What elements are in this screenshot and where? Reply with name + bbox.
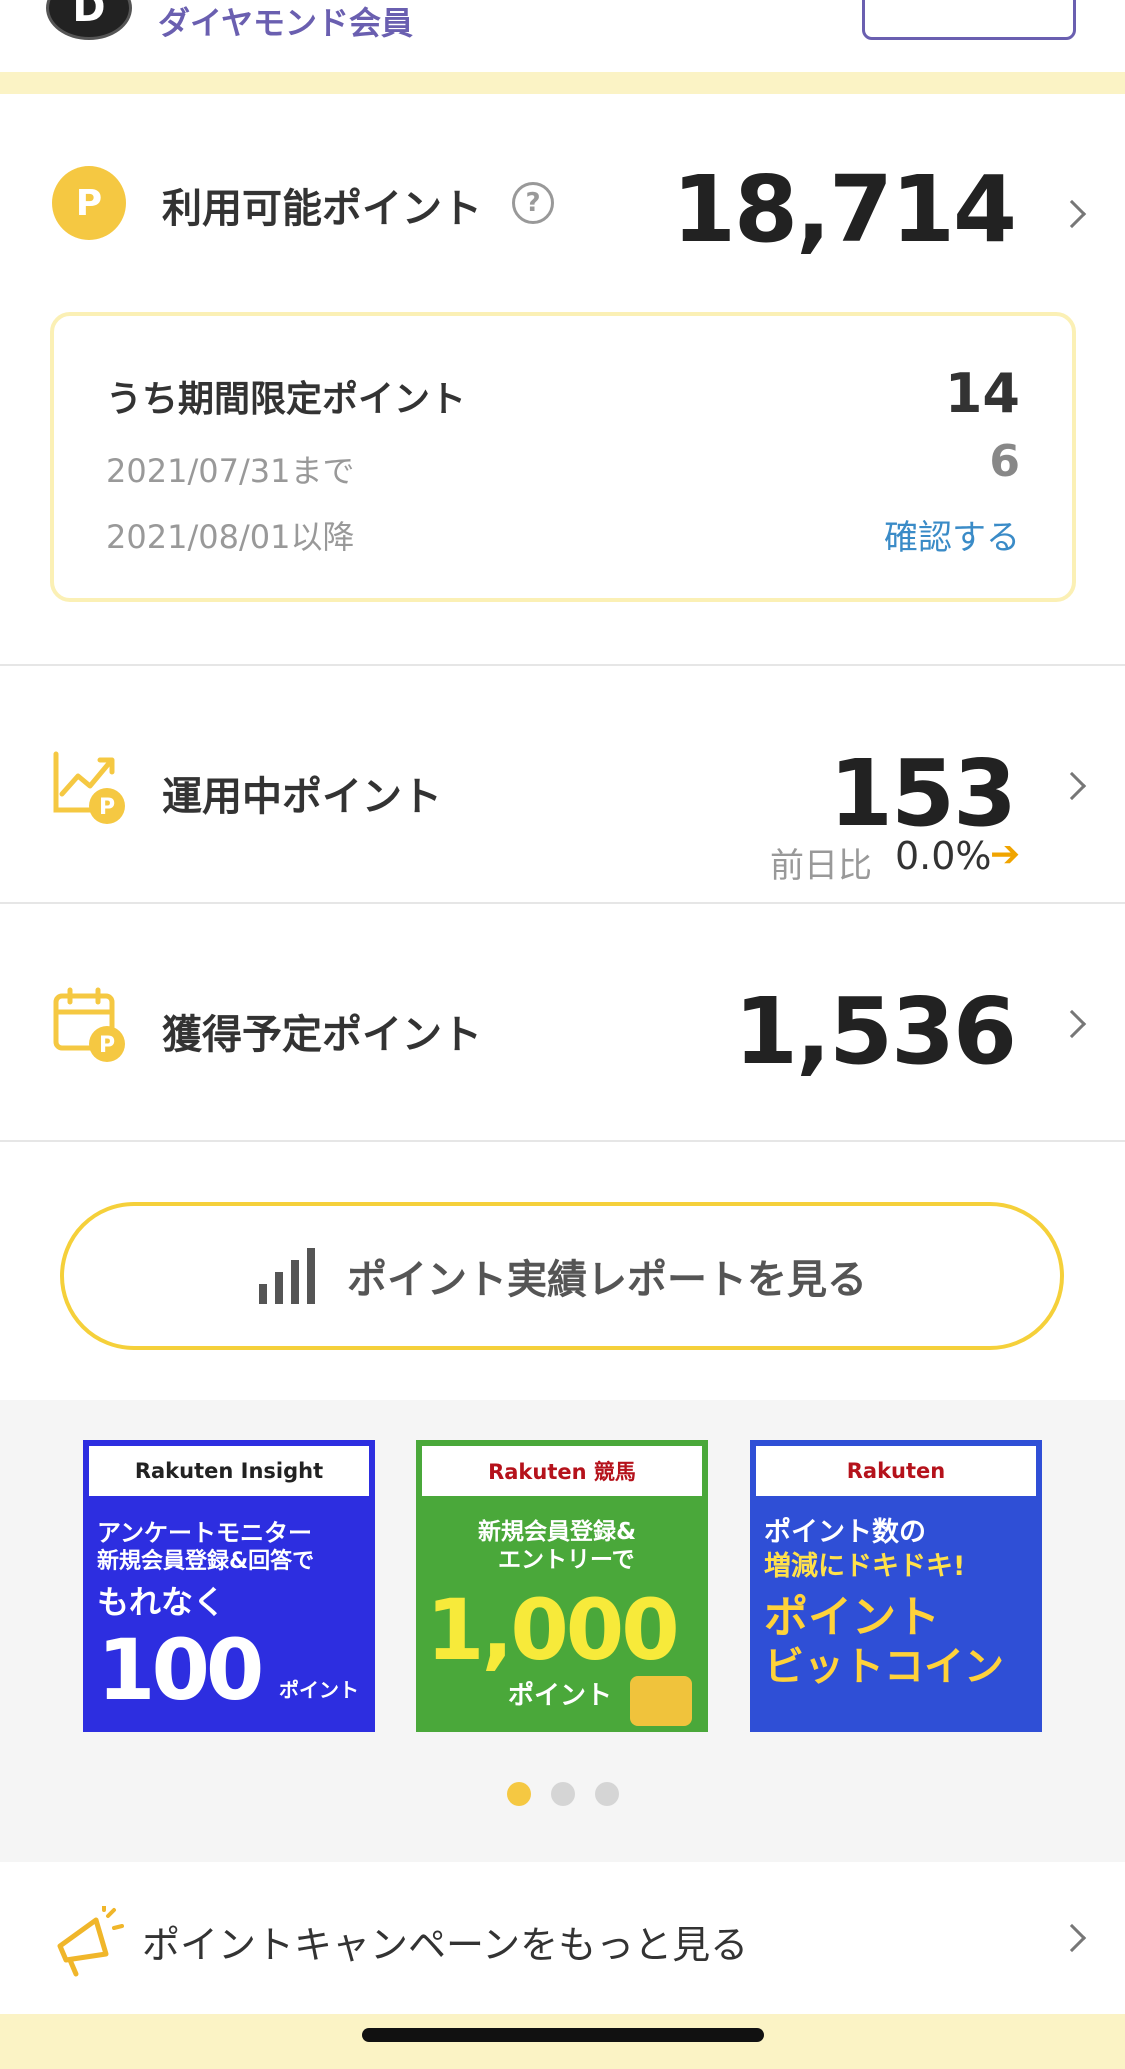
confirm-link[interactable]: 確認する (884, 510, 1020, 559)
banner-text: ポイント数の (764, 1517, 926, 1548)
megaphone-icon (57, 1906, 124, 1977)
campaign-label: ポイントキャンペーンをもっと見る (142, 1923, 749, 1967)
banner-unit: ポイント (279, 1678, 359, 1702)
day-over-day-label: 前日比 (770, 846, 872, 886)
banner-text: 新規会員登録& (478, 1519, 637, 1545)
svg-text:P: P (99, 1033, 115, 1058)
point-report-label: ポイント実績レポートを見る (347, 1257, 867, 1303)
campaign-row[interactable]: ポイントキャンペーンをもっと見る (0, 1862, 1125, 2014)
chevron-right-icon[interactable] (1057, 1009, 1087, 1039)
banner-brand: Rakuten Insight (89, 1446, 369, 1496)
upcoming-points-row[interactable]: P 獲得予定ポイント 1,536 (0, 906, 1125, 1142)
banner-text: アンケートモニター (97, 1519, 313, 1547)
coins-icon (630, 1676, 692, 1726)
header-action-button[interactable] (862, 0, 1076, 40)
invest-points-label: 運用中ポイント (162, 774, 442, 820)
carousel-dots (0, 1782, 1125, 1806)
invest-points-value: 153 (828, 740, 1017, 847)
banner-text: 新規会員登録&回答で (97, 1549, 315, 1574)
svg-text:P: P (99, 795, 115, 820)
invest-points-row[interactable]: P 運用中ポイント 153 前日比 0.0% ➔ (0, 668, 1125, 904)
point-coin-icon: P (52, 166, 126, 240)
arrow-right-icon: ➔ (990, 834, 1021, 875)
banner-carousel: Rakuten Insight アンケートモニター 新規会員登録&回答で もれな… (0, 1400, 1125, 1862)
limited-expiry-label: 2021/07/31まで (106, 452, 355, 490)
limited-points-title: うち期間限定ポイント (106, 379, 467, 420)
banner-text: エントリーで (498, 1547, 635, 1573)
banner-text: ポイント (764, 1592, 940, 1643)
header: D ダイヤモンド会員 (0, 0, 1125, 70)
limited-points-total: 14 (944, 362, 1020, 425)
upcoming-points-label: 獲得予定ポイント (162, 1012, 482, 1058)
upcoming-points-value: 1,536 (733, 978, 1017, 1085)
day-over-day-value: 0.0% (895, 834, 992, 878)
carousel-dot[interactable] (506, 1782, 531, 1806)
rank-label[interactable]: ダイヤモンド会員 (158, 0, 413, 44)
banner-unit: ポイント (508, 1681, 613, 1711)
calendar-point-icon: P (53, 987, 125, 1062)
divider-band (0, 72, 1125, 94)
carousel-dot[interactable] (550, 1782, 575, 1806)
rank-badge-icon: D (46, 0, 132, 40)
limited-later-label: 2021/08/01以降 (106, 518, 355, 556)
help-icon[interactable]: ? (512, 182, 554, 224)
banner-keiba[interactable]: Rakuten 競馬 新規会員登録& エントリーで 1,000 ポイント (416, 1440, 708, 1732)
available-points-section[interactable]: P 利用可能ポイント ? 18,714 うち期間限定ポイント 14 2021/0… (0, 94, 1125, 666)
chart-up-point-icon: P (53, 751, 125, 824)
limited-points-box: うち期間限定ポイント 14 2021/07/31まで 6 2021/08/01以… (50, 312, 1076, 602)
banner-text: ビットコイン (764, 1644, 1004, 1690)
point-report-button[interactable]: ポイント実績レポートを見る (60, 1202, 1064, 1350)
available-points-label: 利用可能ポイント (162, 186, 482, 232)
carousel-dot[interactable] (594, 1782, 619, 1806)
banner-brand: Rakuten 競馬 (422, 1446, 702, 1496)
banner-insight[interactable]: Rakuten Insight アンケートモニター 新規会員登録&回答で もれな… (83, 1440, 375, 1732)
banner-big-number: 100 (97, 1621, 264, 1719)
banner-brand: Rakuten (756, 1446, 1036, 1496)
banner-big-number: 1,000 (426, 1581, 680, 1679)
chevron-right-icon[interactable] (1057, 199, 1087, 229)
bar-chart-icon (259, 1248, 315, 1304)
banner-text: 増減にドキドキ! (764, 1551, 966, 1582)
home-indicator[interactable] (362, 2028, 764, 2042)
chevron-right-icon[interactable] (1057, 771, 1087, 801)
limited-expiry-value: 6 (989, 436, 1020, 487)
banner-text: もれなく (97, 1583, 226, 1621)
banner-bitcoin[interactable]: Rakuten ポイント数の 増減にドキドキ! ポイント ビットコイン (750, 1440, 1042, 1732)
available-points-value: 18,714 (671, 156, 1017, 263)
chevron-right-icon[interactable] (1057, 1923, 1087, 1953)
report-section: ポイント実績レポートを見る (0, 1142, 1125, 1400)
